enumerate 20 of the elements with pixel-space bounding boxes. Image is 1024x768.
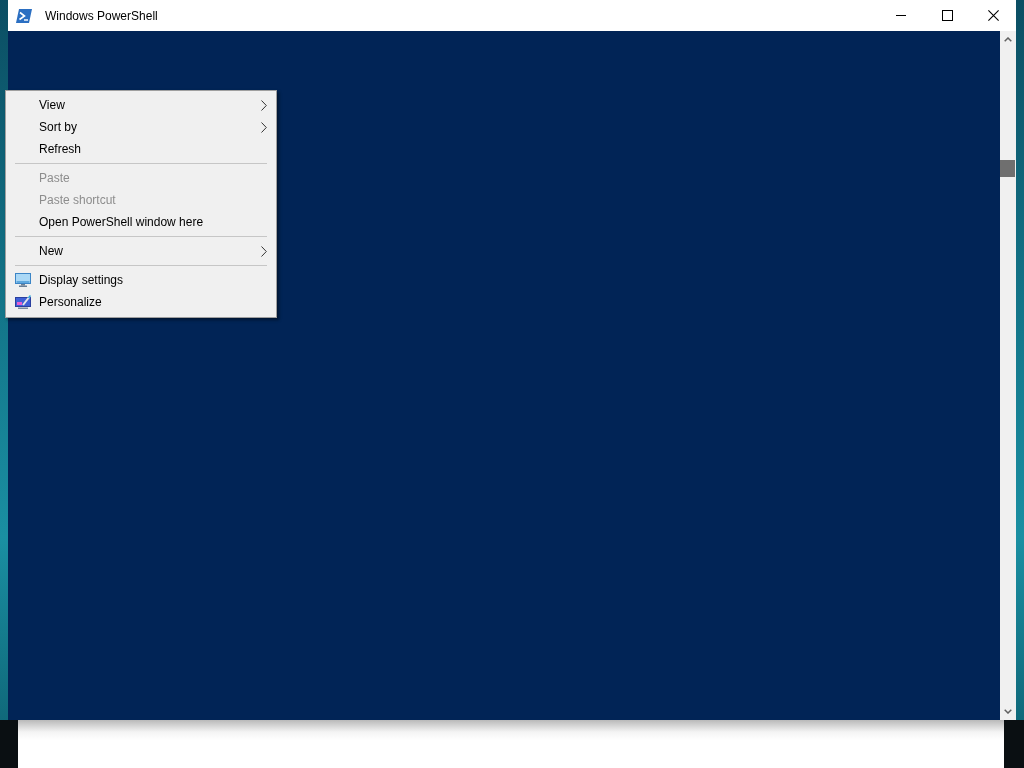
monitor-brush-icon	[15, 295, 31, 309]
prompt-icon	[16, 8, 32, 23]
chevron-right-icon	[261, 99, 267, 111]
chevron-right-icon	[261, 121, 267, 133]
menu-item[interactable]: Refresh	[6, 138, 276, 160]
maximize-icon	[941, 10, 953, 21]
menu-item[interactable]: Open PowerShell window here	[6, 211, 276, 233]
menu-item[interactable]: View	[6, 94, 276, 116]
chevron-right-icon	[261, 245, 267, 257]
scrollbar-thumb[interactable]	[1000, 160, 1015, 177]
chevron-down-icon	[1004, 709, 1012, 714]
minimize-icon	[896, 15, 906, 16]
chevron-up-icon	[1004, 37, 1012, 42]
close-icon	[987, 10, 999, 21]
menu-item[interactable]: Sort by	[6, 116, 276, 138]
menu-item[interactable]: Personalize	[6, 291, 276, 313]
menu-item[interactable]: Display settings	[6, 269, 276, 291]
window-title: Windows PowerShell	[45, 8, 158, 23]
menu-item[interactable]: New	[6, 240, 276, 262]
monitor-icon	[15, 273, 31, 287]
